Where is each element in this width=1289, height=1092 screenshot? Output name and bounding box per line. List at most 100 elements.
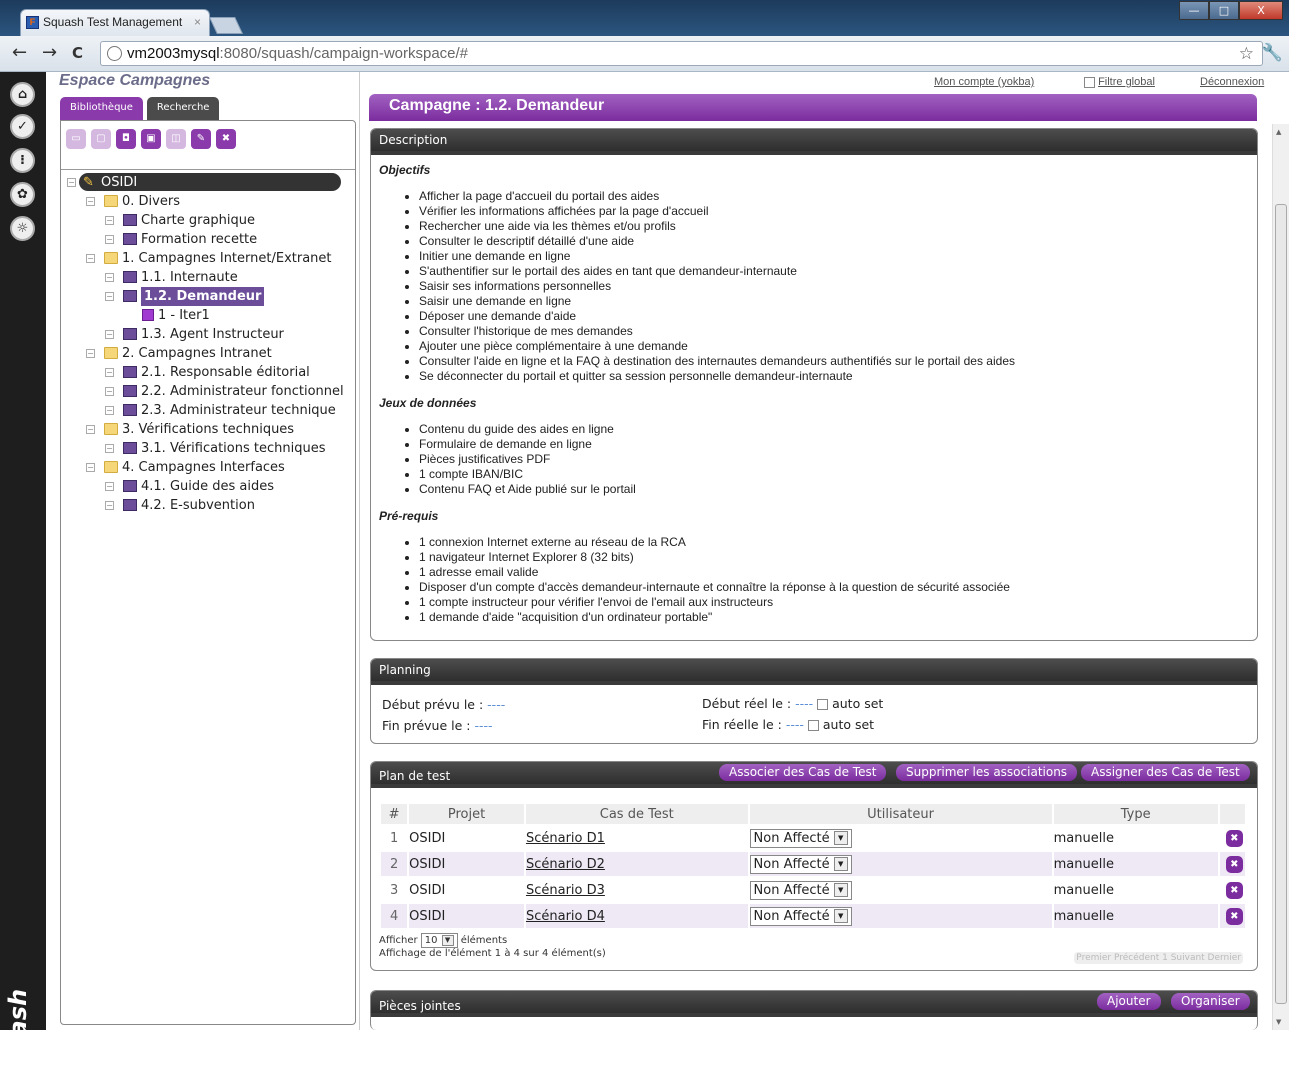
new-tab-button[interactable] xyxy=(209,17,243,34)
test-case-link[interactable]: Scénario D3 xyxy=(526,883,605,898)
new-campaign-icon[interactable]: ▢ xyxy=(91,129,111,149)
tree-node[interactable]: − 3. Vérifications techniques xyxy=(61,420,355,439)
expand-toggle-icon[interactable]: − xyxy=(105,292,114,301)
wrench-menu-icon[interactable]: 🔧 xyxy=(1262,43,1283,63)
my-account-link[interactable]: Mon compte (yokba) xyxy=(934,76,1034,88)
vertical-scrollbar[interactable]: ▲ ▼ xyxy=(1272,124,1289,1030)
tree-node[interactable]: − 3.1. Vérifications techniques xyxy=(61,439,355,458)
tree-node[interactable]: − 4.1. Guide des aides xyxy=(61,477,355,496)
real-start-value[interactable]: ---- xyxy=(795,696,813,711)
logout-link[interactable]: Déconnexion xyxy=(1200,76,1264,88)
test-cases-icon[interactable]: ⁝ xyxy=(10,148,35,173)
remove-row-icon[interactable]: ✖ xyxy=(1225,907,1243,925)
planned-end-value[interactable]: ---- xyxy=(474,718,492,733)
user-select[interactable]: Non Affecté ▼ xyxy=(749,906,852,926)
expand-toggle-icon[interactable]: − xyxy=(86,197,95,206)
tree-node[interactable]: − 1.1. Internaute xyxy=(61,268,355,287)
close-window-button[interactable]: X xyxy=(1239,1,1283,20)
associate-test-cases-button[interactable]: Associer des Cas de Test xyxy=(719,764,887,781)
planned-start-value[interactable]: ---- xyxy=(487,697,505,712)
global-filter[interactable]: Filtre global xyxy=(1084,76,1155,88)
new-folder-icon[interactable]: ▭ xyxy=(66,129,86,149)
browser-tab[interactable]: F Squash Test Management × xyxy=(20,9,210,36)
expand-toggle-icon[interactable]: − xyxy=(86,254,95,263)
paste-icon[interactable]: ◫ xyxy=(166,129,186,149)
tree-node[interactable]: − Charte graphique xyxy=(61,211,355,230)
campaigns-icon[interactable]: ✿ xyxy=(10,182,35,207)
tree-node[interactable]: − 2.3. Administrateur technique xyxy=(61,401,355,420)
reload-button[interactable]: C xyxy=(72,44,83,62)
forward-button[interactable]: → xyxy=(42,42,57,63)
expand-toggle-icon[interactable]: − xyxy=(105,368,114,377)
bookmark-star-icon[interactable]: ☆ xyxy=(1239,44,1254,64)
maximize-button[interactable]: □ xyxy=(1209,1,1239,20)
test-case-link[interactable]: Scénario D2 xyxy=(526,857,605,872)
delete-icon[interactable]: ✖ xyxy=(216,129,236,149)
remove-row-icon[interactable]: ✖ xyxy=(1225,855,1243,873)
expand-toggle-icon[interactable]: − xyxy=(86,463,95,472)
user-select[interactable]: Non Affecté ▼ xyxy=(749,828,852,848)
tree-node[interactable]: − 2. Campagnes Intranet xyxy=(61,344,355,363)
tree-node[interactable]: − 0. Divers xyxy=(61,192,355,211)
user-select[interactable]: Non Affecté ▼ xyxy=(749,854,852,874)
tree-node[interactable]: − Formation recette xyxy=(61,230,355,249)
expand-toggle-icon[interactable]: − xyxy=(86,349,95,358)
expand-toggle-icon[interactable]: − xyxy=(86,425,95,434)
tab-library[interactable]: Bibliothèque xyxy=(60,97,143,120)
scrollbar-thumb[interactable] xyxy=(1275,204,1287,1004)
minimize-button[interactable]: — xyxy=(1179,1,1209,20)
tree-node[interactable]: − ✎ OSIDI xyxy=(61,173,355,192)
global-filter-checkbox[interactable] xyxy=(1084,76,1095,88)
expand-toggle-icon[interactable]: − xyxy=(105,444,114,453)
user-select[interactable]: Non Affecté ▼ xyxy=(749,880,852,900)
rename-icon[interactable]: ✎ xyxy=(191,129,211,149)
tab-search[interactable]: Recherche xyxy=(146,97,220,120)
pagination-controls[interactable]: Premier Précédent 1 Suivant Dernier xyxy=(1074,952,1243,964)
col-number[interactable]: # xyxy=(381,804,408,824)
col-test-case[interactable]: Cas de Test xyxy=(525,804,748,824)
home-icon[interactable]: ⌂ xyxy=(10,82,35,107)
col-user[interactable]: Utilisateur xyxy=(749,804,1052,824)
expand-toggle-icon[interactable]: − xyxy=(67,178,76,187)
scroll-up-icon[interactable]: ▲ xyxy=(1276,128,1281,136)
tree-node[interactable]: − 4.2. E-subvention xyxy=(61,496,355,515)
assign-test-cases-button[interactable]: Assigner des Cas de Test xyxy=(1081,764,1250,781)
real-start-auto-checkbox[interactable] xyxy=(817,699,829,710)
tree-node[interactable]: − 4. Campagnes Interfaces xyxy=(61,458,355,477)
tree-node[interactable]: − 2.1. Responsable éditorial xyxy=(61,363,355,382)
expand-toggle-icon[interactable]: − xyxy=(105,235,114,244)
remove-row-icon[interactable]: ✖ xyxy=(1225,829,1243,847)
expand-toggle-icon[interactable]: − xyxy=(105,273,114,282)
expand-toggle-icon[interactable]: − xyxy=(105,330,114,339)
organize-attachments-button[interactable]: Organiser xyxy=(1171,993,1250,1010)
test-case-link[interactable]: Scénario D4 xyxy=(526,909,605,924)
add-attachment-button[interactable]: Ajouter xyxy=(1097,993,1161,1010)
real-end-value[interactable]: ---- xyxy=(786,717,804,732)
expand-toggle-icon[interactable]: − xyxy=(105,501,114,510)
expand-toggle-icon[interactable]: − xyxy=(105,216,114,225)
tree-node[interactable]: − 1.3. Agent Instructeur xyxy=(61,325,355,344)
remove-associations-button[interactable]: Supprimer les associations xyxy=(896,764,1078,781)
address-bar[interactable]: vm2003mysql:8080/squash/campaign-workspa… xyxy=(100,41,1263,66)
tab-close-icon[interactable]: × xyxy=(194,15,201,29)
col-type[interactable]: Type xyxy=(1053,804,1218,824)
real-end-auto-checkbox[interactable] xyxy=(807,720,819,731)
back-button[interactable]: ← xyxy=(12,42,27,63)
page-size-select[interactable]: 10 ▼ xyxy=(420,933,458,948)
bugs-icon[interactable]: ☼ xyxy=(10,216,35,241)
tree-node[interactable]: − 1.2. Demandeur xyxy=(61,287,355,306)
new-iteration-icon[interactable]: ◘ xyxy=(116,129,136,149)
tree-node[interactable]: 1 - Iter1 xyxy=(61,306,355,325)
scroll-down-icon[interactable]: ▼ xyxy=(1276,1018,1281,1026)
copy-icon[interactable]: ▣ xyxy=(141,129,161,149)
tree-node[interactable]: − 2.2. Administrateur fonctionnel xyxy=(61,382,355,401)
expand-toggle-icon[interactable]: − xyxy=(105,387,114,396)
expand-toggle-icon[interactable]: − xyxy=(105,406,114,415)
col-project[interactable]: Projet xyxy=(409,804,524,824)
requirements-icon[interactable]: ✓ xyxy=(10,114,35,139)
test-case-link[interactable]: Scénario D1 xyxy=(526,831,605,846)
expand-toggle-icon[interactable]: − xyxy=(105,482,114,491)
remove-row-icon[interactable]: ✖ xyxy=(1225,881,1243,899)
page-info-icon[interactable] xyxy=(107,46,122,61)
tree-node[interactable]: − 1. Campagnes Internet/Extranet xyxy=(61,249,355,268)
